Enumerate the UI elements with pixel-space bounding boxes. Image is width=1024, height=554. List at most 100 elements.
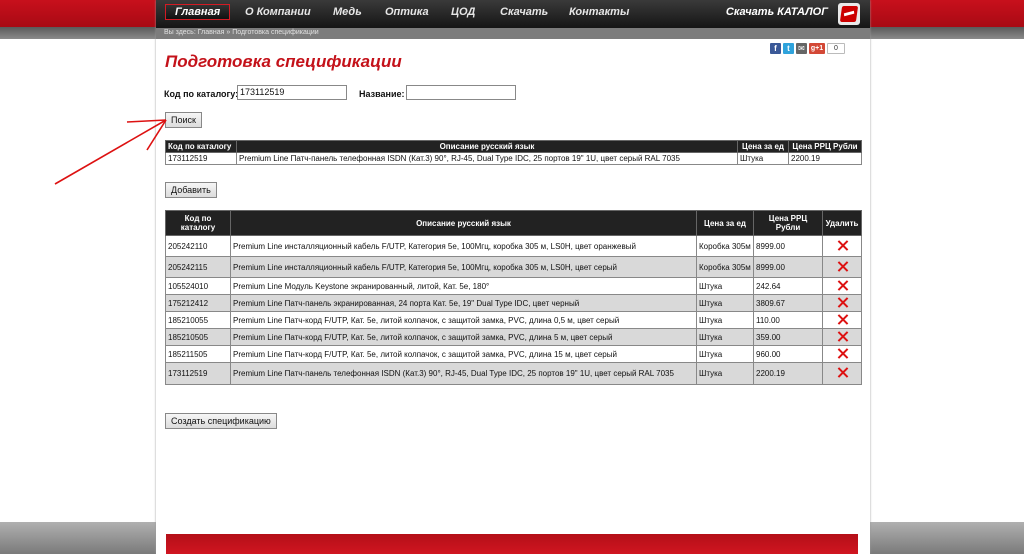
cell-code: 173112519 xyxy=(165,362,231,385)
col-delete: Удалить xyxy=(822,210,862,236)
delete-icon[interactable] xyxy=(837,314,848,325)
cell-price: 2200.19 xyxy=(753,362,823,385)
table-row: 175212412 Premium Line Патч-панель экран… xyxy=(165,294,862,312)
cell-unit: Штука xyxy=(696,311,754,329)
footer-red-band xyxy=(166,534,858,554)
cell-code: 105524010 xyxy=(165,277,231,295)
cell-description: Premium Line Патч-панель телефонная ISDN… xyxy=(236,152,738,165)
download-catalog-link[interactable]: Скачать КАТАЛОГ xyxy=(726,6,828,18)
delete-icon[interactable] xyxy=(837,240,848,251)
col-price: Цена РРЦ Рубли xyxy=(788,140,862,153)
share-count: 0 xyxy=(827,43,845,54)
breadcrumb-separator: » xyxy=(226,29,231,36)
cell-price: 110.00 xyxy=(753,311,823,329)
cell-delete xyxy=(822,235,862,257)
cell-description: Premium Line Патч-корд F/UTP, Кат. 5е, л… xyxy=(230,328,697,346)
breadcrumb-prefix: Вы здесь: xyxy=(164,29,196,36)
annotation-arrow-icon xyxy=(54,119,167,185)
cell-code: 205242115 xyxy=(165,256,231,278)
nav-item-datacenter[interactable]: ЦОД xyxy=(451,6,475,18)
table-row: 105524010 Premium Line Модуль Keystone э… xyxy=(165,277,862,295)
cell-unit: Коробка 305м xyxy=(696,256,754,278)
cell-description: Premium Line Патч-панель телефонная ISDN… xyxy=(230,362,697,385)
table-row: 205242115 Premium Line инсталляционный к… xyxy=(165,256,862,278)
cell-unit: Штука xyxy=(696,328,754,346)
search-result-table: Код по каталогу Описание русский язык Це… xyxy=(165,140,862,165)
delete-icon[interactable] xyxy=(837,331,848,342)
twitter-icon[interactable]: t xyxy=(783,43,794,54)
cell-code: 173112519 xyxy=(165,152,237,165)
table-row: 185211505 Premium Line Патч-корд F/UTP, … xyxy=(165,345,862,363)
col-code: Код по каталогу xyxy=(165,140,237,153)
cell-description: Premium Line Патч-корд F/UTP, Кат. 5е, л… xyxy=(230,311,697,329)
nav-item-home[interactable]: Главная xyxy=(165,4,231,20)
page-title: Подготовка спецификации xyxy=(165,52,402,71)
facebook-icon[interactable]: f xyxy=(770,43,781,54)
col-unit: Цена за ед xyxy=(737,140,789,153)
cell-delete xyxy=(822,362,862,385)
table-row[interactable]: 173112519 Premium Line Патч-панель телеф… xyxy=(165,152,862,165)
cell-delete xyxy=(822,345,862,363)
breadcrumb-home-link[interactable]: Главная xyxy=(198,29,225,36)
main-nav: Главная О Компании Медь Оптика ЦОД Скача… xyxy=(156,0,870,28)
cell-unit: Штука xyxy=(696,345,754,363)
create-specification-button[interactable]: Создать спецификацию xyxy=(165,413,277,429)
table-row: 185210505 Premium Line Патч-корд F/UTP, … xyxy=(165,328,862,346)
cell-description: Premium Line Модуль Keystone экранирован… xyxy=(230,277,697,295)
cell-delete xyxy=(822,311,862,329)
cell-code: 205242110 xyxy=(165,235,231,257)
nav-item-download[interactable]: Скачать xyxy=(500,6,548,18)
breadcrumb: Вы здесь: Главная » Подготовка специфика… xyxy=(164,29,319,36)
cell-unit: Штука xyxy=(696,294,754,312)
catalog-logo-icon[interactable] xyxy=(838,3,860,25)
nav-item-optics[interactable]: Оптика xyxy=(385,6,429,18)
table-row: 173112519 Premium Line Патч-панель телеф… xyxy=(165,362,862,385)
specification-table: Код по каталогу Описание русский язык Це… xyxy=(165,210,862,385)
cell-description: Premium Line инсталляционный кабель F/UT… xyxy=(230,256,697,278)
nav-item-contacts[interactable]: Контакты xyxy=(569,6,629,18)
delete-icon[interactable] xyxy=(837,280,848,291)
cell-delete xyxy=(822,294,862,312)
cell-code: 185211505 xyxy=(165,345,231,363)
cell-unit: Штука xyxy=(696,277,754,295)
nav-item-copper[interactable]: Медь xyxy=(333,6,362,18)
delete-icon[interactable] xyxy=(837,261,848,272)
col-description: Описание русский язык xyxy=(230,210,697,236)
social-share: f t ✉ g+1 0 xyxy=(770,42,845,55)
table-row: 205242110 Premium Line инсталляционный к… xyxy=(165,235,862,257)
table-row: 185210055 Premium Line Патч-корд F/UTP, … xyxy=(165,311,862,329)
page-container: Главная О Компании Медь Оптика ЦОД Скача… xyxy=(156,0,870,554)
nav-item-about[interactable]: О Компании xyxy=(245,6,311,18)
cell-description: Premium Line инсталляционный кабель F/UT… xyxy=(230,235,697,257)
catalog-code-label: Код по каталогу: xyxy=(164,89,239,99)
table-header-row: Код по каталогу Описание русский язык Це… xyxy=(165,210,862,236)
breadcrumb-current: Подготовка спецификации xyxy=(232,29,319,36)
col-unit: Цена за ед xyxy=(696,210,754,236)
delete-icon[interactable] xyxy=(837,367,848,378)
cell-price: 960.00 xyxy=(753,345,823,363)
cell-price: 242.64 xyxy=(753,277,823,295)
cell-price: 359.00 xyxy=(753,328,823,346)
col-price: Цена РРЦ Рубли xyxy=(753,210,823,236)
cell-delete xyxy=(822,277,862,295)
table-header-row: Код по каталогу Описание русский язык Це… xyxy=(165,140,862,153)
name-input[interactable] xyxy=(406,85,516,100)
col-code: Код по каталогу xyxy=(165,210,231,236)
google-plus-icon[interactable]: g+1 xyxy=(809,43,825,54)
cell-delete xyxy=(822,328,862,346)
name-label: Название: xyxy=(359,89,405,99)
cell-code: 185210055 xyxy=(165,311,231,329)
cell-code: 185210505 xyxy=(165,328,231,346)
cell-unit: Штука xyxy=(696,362,754,385)
catalog-code-input[interactable]: 173112519 xyxy=(237,85,347,100)
cell-unit: Штука xyxy=(737,152,789,165)
delete-icon[interactable] xyxy=(837,348,848,359)
mail-icon[interactable]: ✉ xyxy=(796,43,807,54)
delete-icon[interactable] xyxy=(837,297,848,308)
cell-code: 175212412 xyxy=(165,294,231,312)
cell-description: Premium Line Патч-корд F/UTP, Кат. 5е, л… xyxy=(230,345,697,363)
col-description: Описание русский язык xyxy=(236,140,738,153)
cell-unit: Коробка 305м xyxy=(696,235,754,257)
cell-price: 8999.00 xyxy=(753,256,823,278)
cell-description: Premium Line Патч-панель экранированная,… xyxy=(230,294,697,312)
